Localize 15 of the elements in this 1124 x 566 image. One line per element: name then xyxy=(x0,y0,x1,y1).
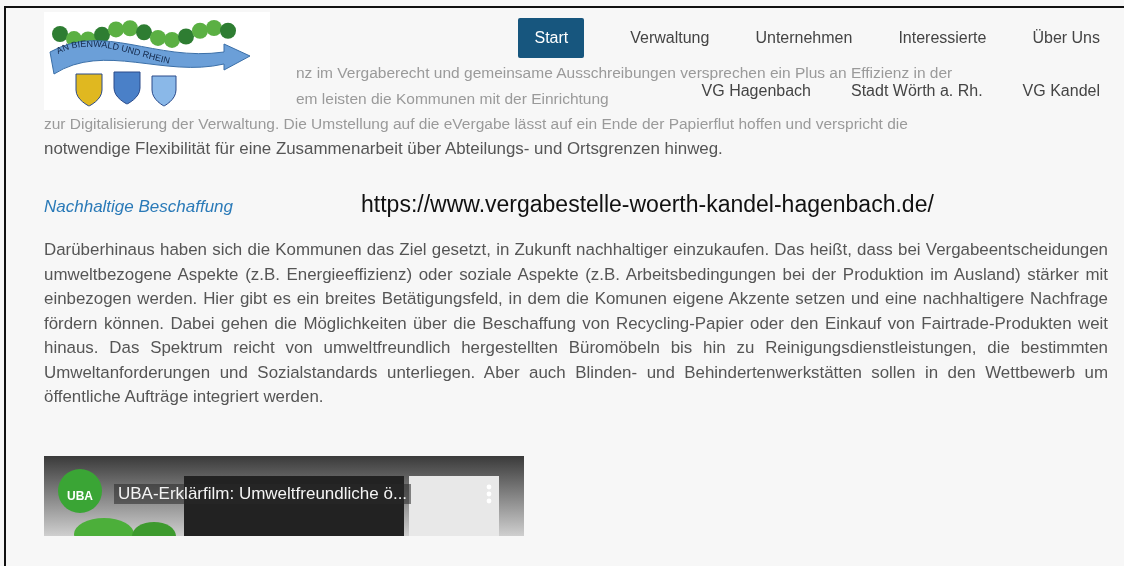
nav-link[interactable]: Unternehmen xyxy=(755,18,853,58)
video-title[interactable]: UBA-Erklärfilm: Umweltfreundliche ö... xyxy=(114,483,412,504)
nav-link[interactable]: Über Uns xyxy=(1032,18,1100,58)
paragraph: notwendige Flexibilität für eine Zusammenarbeit über Abteilungs- und Ortsgrenzen hinweg. xyxy=(44,137,724,160)
url-text: https://www.vergabestelle-woerth-kandel-hagenbach.de/ xyxy=(361,191,934,218)
nav-link[interactable]: Interessierte xyxy=(898,18,987,58)
section-heading: Nachhaltige Beschaffung xyxy=(44,197,234,217)
faded-text: zur Digitalisierung der Verwaltung. Die Umstellung auf die eVergabe lässt auf ein Ende der Papierflut hoffen und verspricht die xyxy=(44,114,908,134)
nav-link[interactable]: Start xyxy=(518,18,585,58)
nav-link[interactable]: Verwaltung xyxy=(630,18,710,58)
logo: AN BIENWALD UND RHEIN xyxy=(44,12,270,110)
nav-link[interactable]: VG Hagenbach xyxy=(701,80,811,102)
paragraph: Darüberhinaus haben sich die Kommunen das Ziel gesetzt, in Zukunft nachhaltiger einzukaufen. Das heißt, dass bei Vergabeentscheidungen umweltbezogene Aspekte (z.B. Energieeffizienz) oder soziale Aspekte (z.B. Arbeitsbedingungen bei der Produktion im Ausland) stärker mit einbezogen werden. Hier gibt es ein breites Betätigungsfeld, in dem die Komunen eigene Akzente setzen und eine nachhaltigere Nachfrage fördern können. Dabei gehen die Möglichkeiten über die Beschaffung von Recycling-Papier oder den Einkauf von Fairtrade-Produkten weit hinaus. Das Spektrum reicht von umweltfreundlich hergestellten Büromöbeln bis hin zu Reinigungsdienstleistungen, die bestimmten Umweltanforderungen und Sozialstandards unterliegen. Aber auch Blinden- und Behindertenwerkstätten sollen in den Wettbewerb um öffentliche Aufträge integriert werden. xyxy=(44,239,1108,408)
faded-text: nz im Vergaberecht und gemeinsame Ausschreibungen versprechen ein Plus an Effizienz in der xyxy=(296,63,953,83)
faded-text: em leisten die Kommunen mit der Einrichtung xyxy=(296,88,609,109)
